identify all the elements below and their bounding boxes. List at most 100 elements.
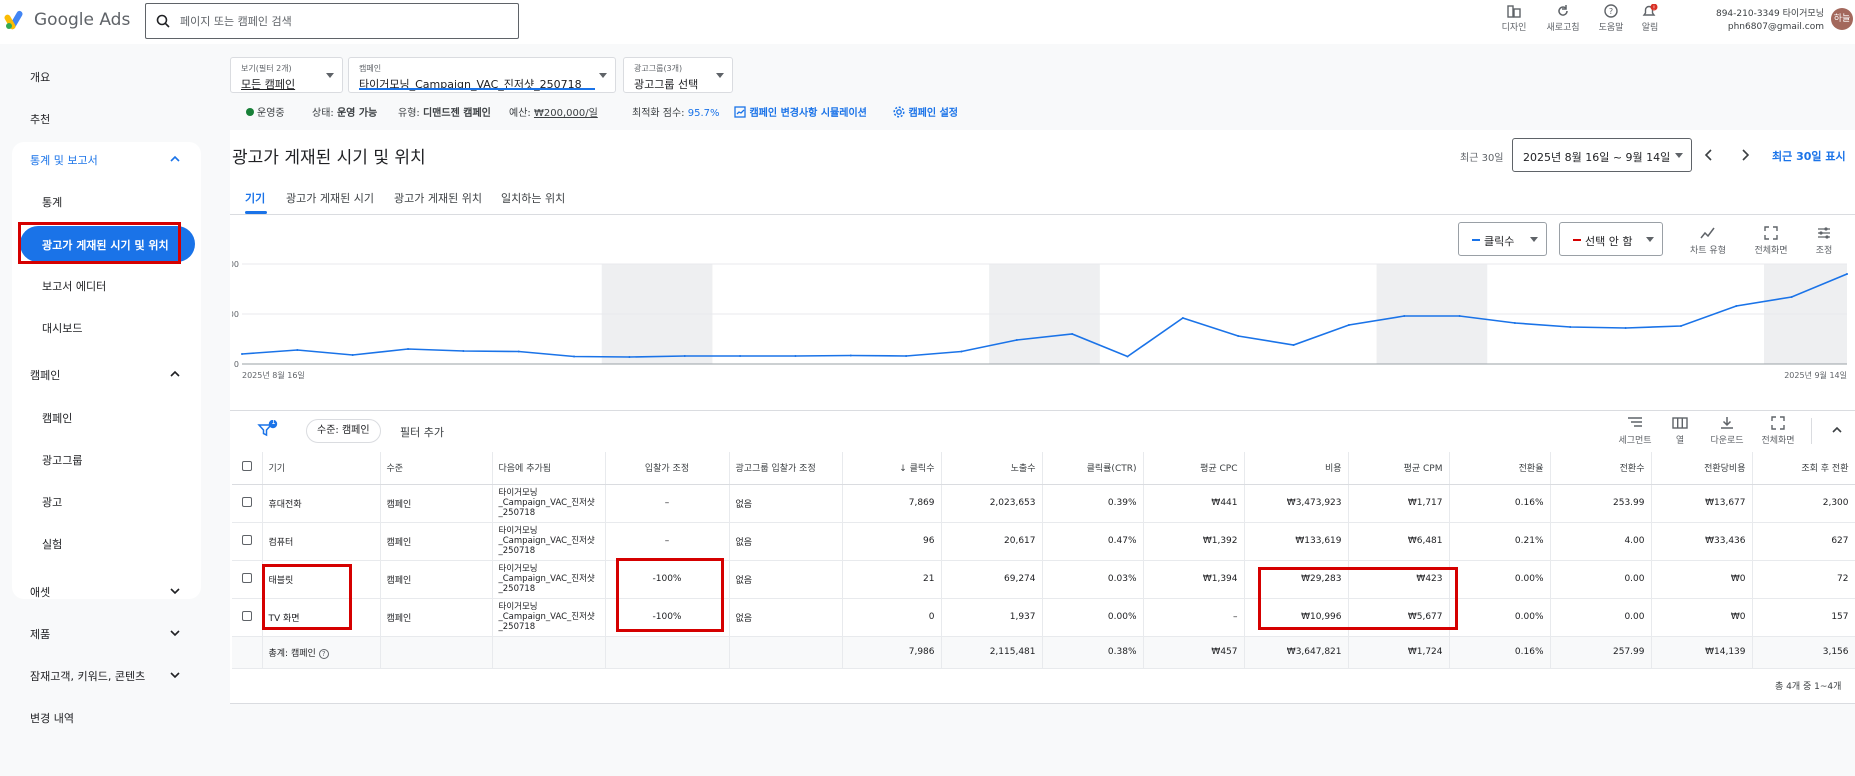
sidebar-item-dashboard[interactable]: 대시보드 xyxy=(42,320,82,336)
cell-bid-adj: – xyxy=(605,522,730,561)
checkbox[interactable] xyxy=(241,534,252,545)
table-row[interactable]: 컴퓨터 캠페인 타이거모닝 _Campaign_VAC_진저샷 _250718– 없음… xyxy=(232,522,1855,561)
sidebar-item-change-history[interactable]: 변경 내역 xyxy=(30,710,74,726)
show-last-30-link[interactable]: 최근 30일 표시 xyxy=(1772,148,1846,164)
google-ads-logo[interactable]: Google Ads xyxy=(4,10,130,30)
sidebar-item-campaigns[interactable]: 캠페인 xyxy=(42,410,72,426)
tab-when[interactable]: 광고가 게재된 시기 xyxy=(286,190,374,206)
refresh-button[interactable]: 새로고침 xyxy=(1541,2,1585,33)
tab-matching[interactable]: 일치하는 위치 xyxy=(501,190,565,206)
chevron-left-icon[interactable] xyxy=(1702,148,1716,162)
sidebar-item-ads[interactable]: 광고 xyxy=(42,494,62,510)
chevron-right-icon[interactable] xyxy=(1738,148,1752,162)
table-body: 휴대전화 캠페인 타이거모닝 _Campaign_VAC_진저샷 _250718– 없… xyxy=(232,484,1855,669)
search-input[interactable]: 페이지 또는 캠페인 검색 xyxy=(145,3,519,39)
col-clicks[interactable]: ↓ 클릭수 xyxy=(842,452,942,485)
sidebar-section-campaigns[interactable]: 캠페인 xyxy=(30,367,60,383)
help-icon[interactable]: ? xyxy=(318,648,329,659)
help-button[interactable]: ? 도움말 xyxy=(1589,2,1633,33)
chevron-down-icon[interactable] xyxy=(170,586,180,596)
select-all-checkbox[interactable] xyxy=(232,452,263,485)
tab-device[interactable]: 기기 xyxy=(245,190,265,206)
date-range-picker[interactable]: 2025년 8월 16일 ~ 9월 14일 xyxy=(1512,138,1692,172)
checkbox[interactable] xyxy=(241,461,252,472)
cell-added-to[interactable]: 타이거모닝 _Campaign_VAC_진저샷 _250718 xyxy=(492,522,606,561)
col-impressions[interactable]: 노출수 xyxy=(941,452,1043,485)
campaign-filter[interactable]: 캠페인 타이거모닝_Campaign_VAC_진저샷_250718 xyxy=(348,57,616,93)
sidebar-item-report-editor[interactable]: 보고서 에디터 xyxy=(42,278,106,294)
view-filter[interactable]: 보기(필터 2개) 모든 캠페인 xyxy=(230,57,343,93)
chart-fullscreen-button[interactable]: 전체화면 xyxy=(1743,226,1799,256)
chevron-up-icon[interactable] xyxy=(170,154,180,164)
checkbox[interactable] xyxy=(241,610,252,621)
cell-added-to[interactable]: 타이거모닝 _Campaign_VAC_진저샷 _250718 xyxy=(492,560,606,599)
col-ctr[interactable]: 클릭률(CTR) xyxy=(1042,452,1144,485)
col-conversions[interactable]: 전환수 xyxy=(1550,452,1652,485)
chart-adjust-button[interactable]: 조정 xyxy=(1796,226,1852,256)
checkbox[interactable] xyxy=(241,496,252,507)
row-checkbox-cell[interactable] xyxy=(232,560,263,599)
campaign-settings-link[interactable]: 캠페인 설정 xyxy=(893,104,958,119)
add-filter-button[interactable]: 필터 추가 xyxy=(400,424,444,440)
chart-type-button[interactable]: 차트 유형 xyxy=(1680,226,1736,256)
simulation-link[interactable]: 캠페인 변경사항 시뮬레이션 xyxy=(734,104,867,119)
chevron-up-icon[interactable] xyxy=(1831,424,1843,436)
sidebar-item-audiences[interactable]: 잠재고객, 키워드, 콘텐츠 xyxy=(30,668,145,684)
cell-adgroup-bid-adj: 없음 xyxy=(729,522,843,561)
design-button[interactable]: 디자인 xyxy=(1492,2,1536,33)
col-cost-per-conv[interactable]: 전환당비용 xyxy=(1651,452,1753,485)
col-avg-cpm[interactable]: 평균 CPM xyxy=(1348,452,1450,485)
col-adgroup-bid-adj[interactable]: 광고그룹 입찰가 조정 xyxy=(729,452,843,485)
notifications-button[interactable]: ! 알림 xyxy=(1628,2,1672,33)
col-view-through-conv[interactable]: 조회 후 전환 xyxy=(1752,452,1855,485)
col-bid-adj[interactable]: 입찰가 조정 xyxy=(605,452,730,485)
cell-added-to[interactable]: 타이거모닝 _Campaign_VAC_진저샷 _250718 xyxy=(492,598,606,637)
table-row[interactable]: 태블릿 캠페인 타이거모닝 _Campaign_VAC_진저샷 _250718 -10… xyxy=(232,560,1855,599)
cell-added-to[interactable]: 타이거모닝 _Campaign_VAC_진저샷 _250718 xyxy=(492,484,606,523)
table-fullscreen-button[interactable]: 전체화면 xyxy=(1750,416,1806,446)
data-point xyxy=(905,355,908,357)
cell-clicks: 21 xyxy=(842,560,942,599)
sidebar-item-assets[interactable]: 애셋 xyxy=(30,584,50,600)
col-conv-rate[interactable]: 전환율 xyxy=(1449,452,1551,485)
sidebar-item-stats[interactable]: 통계 xyxy=(42,194,62,210)
chevron-up-icon[interactable] xyxy=(170,369,180,379)
table-row[interactable]: TV 화면 캠페인 타이거모닝 _Campaign_VAC_진저샷 _250718-… xyxy=(232,598,1855,637)
divider xyxy=(230,703,1855,704)
download-button[interactable]: 다운로드 xyxy=(1699,416,1755,446)
checkbox[interactable] xyxy=(241,572,252,583)
row-checkbox-cell[interactable] xyxy=(232,598,263,637)
score-value[interactable]: 95.7% xyxy=(688,108,720,119)
adgroup-filter[interactable]: 광고그룹(3개) 광고그룹 선택 xyxy=(623,57,733,93)
view-filter-value: 모든 캠페인 xyxy=(241,78,296,91)
sidebar-item-products[interactable]: 제품 xyxy=(30,626,50,642)
cell-view-through-conv: 157 xyxy=(1752,598,1855,637)
sidebar-item-adgroups[interactable]: 광고그룹 xyxy=(42,452,82,468)
sidebar-section-reports[interactable]: 통계 및 보고서 xyxy=(30,152,98,168)
avatar[interactable]: 하늘 xyxy=(1831,8,1853,30)
budget-value[interactable]: ₩200,000/일 xyxy=(534,108,598,119)
table-row[interactable]: 휴대전화 캠페인 타이거모닝 _Campaign_VAC_진저샷 _250718– 없… xyxy=(232,484,1855,523)
col-device[interactable]: 기기 xyxy=(262,452,381,485)
score-label: 최적화 점수: xyxy=(632,108,685,119)
col-added-to[interactable]: 다음에 추가됨 xyxy=(492,452,606,485)
sidebar-item-recommendations[interactable]: 추천 xyxy=(30,111,50,127)
chevron-down-icon[interactable] xyxy=(170,670,180,680)
total-avg-cpm: ₩1,724 xyxy=(1348,636,1450,669)
metric1-swatch xyxy=(1472,239,1480,241)
col-avg-cpc[interactable]: 평균 CPC xyxy=(1143,452,1245,485)
row-checkbox-cell[interactable] xyxy=(232,484,263,523)
row-checkbox-cell[interactable] xyxy=(232,522,263,561)
metric2-select[interactable]: 선택 안 함 xyxy=(1559,222,1663,256)
sidebar-item-experiments[interactable]: 실험 xyxy=(42,536,62,552)
account-info[interactable]: 894-210-3349 타이거모닝 phn6807@gmail.com xyxy=(1700,8,1824,34)
status-label: 상태: xyxy=(312,108,334,119)
col-level[interactable]: 수준 xyxy=(380,452,493,485)
metric1-select[interactable]: 클릭수 xyxy=(1458,222,1547,256)
data-point xyxy=(683,355,686,357)
col-cost[interactable]: 비용 xyxy=(1244,452,1349,485)
tab-where[interactable]: 광고가 게재된 위치 xyxy=(394,190,482,206)
level-chip[interactable]: 수준: 캠페인 xyxy=(306,419,381,443)
sidebar-item-overview[interactable]: 개요 xyxy=(30,69,50,85)
chevron-down-icon[interactable] xyxy=(170,628,180,638)
